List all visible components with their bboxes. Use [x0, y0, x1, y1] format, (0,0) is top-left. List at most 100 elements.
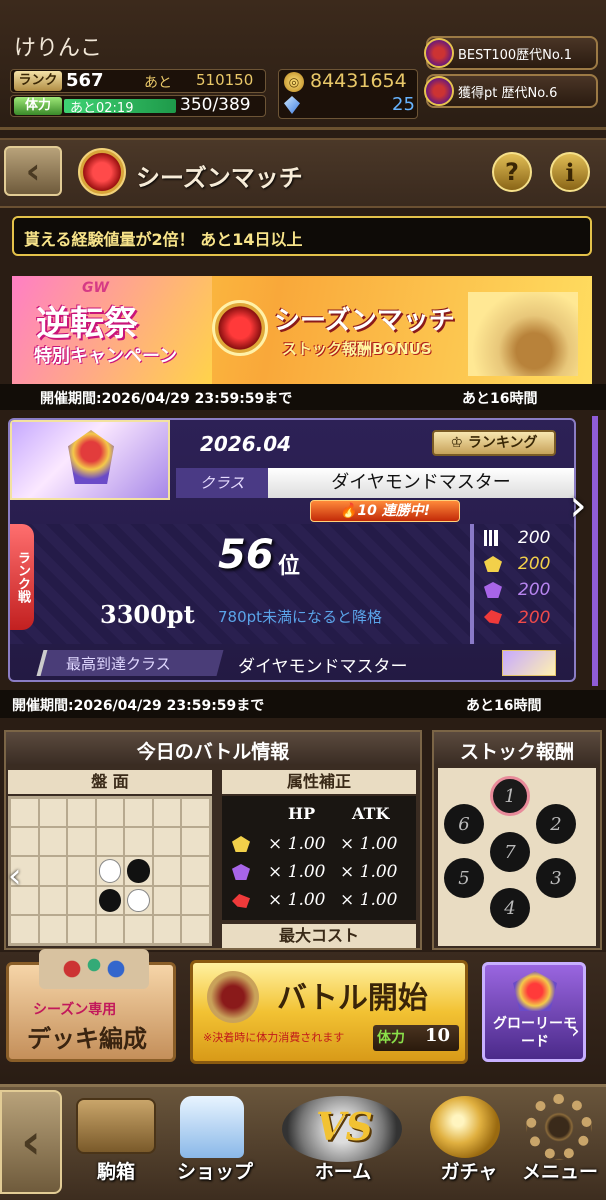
potion-bottle-icon	[180, 1096, 244, 1158]
white-disc	[127, 888, 150, 912]
ranking-label: ランキング	[467, 435, 538, 451]
stamina-label: 体力	[14, 97, 62, 115]
nav-item-gacha[interactable]: ガチャ	[424, 1090, 514, 1196]
atk-header: ATK	[352, 804, 390, 823]
stat-purple: 200	[518, 580, 551, 600]
rank-label: ランク	[14, 71, 62, 91]
title-badge-best100[interactable]: BEST100歴代No.1	[424, 36, 598, 70]
season-period: 開催期間:2026/04/29 23:59:59まで	[12, 698, 265, 714]
black-disc	[127, 859, 150, 883]
yellow-atk: × 1.00	[340, 834, 398, 854]
campaign-banner[interactable]: GW 逆転祭 特別キャンペーン シーズンマッチ ストック報酬BONUS	[12, 276, 592, 384]
total-stat-icon	[484, 530, 498, 546]
class-label: クラス	[176, 468, 268, 498]
page-title: シーズンマッチ	[136, 164, 303, 192]
info-button[interactable]: i	[550, 152, 590, 192]
demote-note: 780pt未満になると降格	[218, 608, 383, 626]
flame-icon: 🔥	[339, 503, 358, 519]
question-icon: ?	[505, 158, 519, 186]
deck-button[interactable]: シーズン専用 デッキ編成	[6, 949, 176, 1062]
season-month: 2026.04	[200, 432, 292, 456]
season-scrollbar[interactable]	[592, 416, 598, 686]
battle-note: ※決着時に体力消費されます	[203, 1031, 345, 1044]
nav-item-pieces[interactable]: 駒箱	[66, 1090, 166, 1196]
next-exp: 510150	[196, 71, 254, 89]
rank-position: 56	[218, 532, 274, 578]
hp-header: HP	[288, 804, 316, 823]
banner-remaining: あと16時間	[462, 391, 538, 407]
title-label: BEST100歴代No.1	[458, 47, 572, 63]
deck-tag: シーズン専用	[33, 1002, 117, 1018]
banner-left-sub: 特別キャンペーン	[34, 346, 178, 367]
banner-right-title: シーズンマッチ	[274, 306, 455, 336]
gem-count: 25	[392, 94, 415, 115]
nav-item-menu[interactable]: メニュー	[514, 1090, 606, 1196]
laurel-icon: ♔	[450, 435, 468, 451]
glory-mode-button[interactable]: グローリーモード ›	[482, 962, 586, 1062]
exp-bonus-notice: 貰える経験値量が2倍！ あと14日以上	[12, 216, 592, 256]
coins-icon	[430, 1096, 500, 1158]
player-name: けりんこ	[14, 36, 103, 61]
board-preview	[8, 796, 212, 946]
red-hp: × 1.00	[268, 890, 326, 910]
stock-node-4: 4	[490, 888, 530, 928]
banner-period-bar: 開催期間:2026/04/29 23:59:59まで あと16時間	[0, 384, 606, 410]
chevron-left-icon: ‹	[25, 150, 41, 192]
season-points: 3300pt	[100, 600, 195, 629]
glory-crown-icon	[513, 971, 557, 1011]
info-icon: i	[565, 157, 575, 187]
banner-gw: GW	[82, 280, 109, 296]
coin-count: 84431654	[310, 70, 407, 92]
help-button[interactable]: ?	[492, 152, 532, 192]
nav-item-home[interactable]: VS ホーム	[258, 1090, 428, 1196]
nav-label: ガチャ	[440, 1161, 498, 1183]
title-badge-points[interactable]: 獲得pt 歴代No.6	[424, 74, 598, 108]
purple-atk: × 1.00	[340, 862, 398, 882]
deck-pieces-icon	[39, 949, 149, 989]
attr-label: 属性補正	[222, 770, 416, 794]
nav-label: 駒箱	[96, 1161, 135, 1183]
title-label: 獲得pt 歴代No.6	[458, 85, 558, 101]
stat-red: 200	[518, 608, 551, 628]
ranking-button[interactable]: ♔ ランキング	[432, 430, 556, 456]
banner-left-title: 逆転祭	[36, 304, 138, 344]
stock-node-5: 5	[444, 858, 484, 898]
today-title: 今日のバトル情報	[6, 732, 420, 764]
back-button[interactable]: ‹	[4, 146, 62, 196]
rank-value: 567	[66, 70, 104, 91]
purple-hp: × 1.00	[268, 862, 326, 882]
class-name: ダイヤモンドマスター	[268, 468, 574, 498]
yellow-hp: × 1.00	[268, 834, 326, 854]
red-atk: × 1.00	[340, 890, 398, 910]
best-class-label: 最高到達クラス	[66, 655, 171, 673]
battle-start-button[interactable]: バトル開始 ※決着時に体力消費されます 体力 10	[190, 960, 468, 1064]
banner-period: 開催期間:2026/04/29 23:59:59まで	[40, 391, 293, 407]
stamina-value: 350/389	[180, 95, 251, 115]
stat-total: 200	[518, 528, 551, 548]
board-label: 盤 面	[8, 770, 212, 794]
title-medal-icon	[424, 76, 454, 106]
rank-unit: 位	[278, 554, 301, 579]
battle-label: バトル開始	[277, 981, 428, 1016]
stock-title: ストック報酬	[434, 732, 600, 764]
treasure-chest-icon	[468, 292, 578, 376]
best-class-name: ダイヤモンドマスター	[238, 657, 408, 677]
win-streak-badge: 🔥10 連勝中!	[310, 500, 460, 522]
best-class-emblem	[502, 650, 556, 676]
stats-divider	[470, 524, 474, 644]
rank-battle-tab[interactable]: ランク戦	[10, 524, 34, 630]
board-prev-arrow[interactable]: ‹	[8, 856, 38, 896]
stock-node-1: 1	[490, 776, 530, 816]
title-medal-icon	[424, 38, 454, 68]
banner-right-sub: ストック報酬BONUS	[282, 340, 432, 358]
nav-item-shop[interactable]: ショップ	[160, 1090, 270, 1196]
coin-icon: ◎	[284, 72, 304, 92]
stock-node-3: 3	[536, 858, 576, 898]
season-remaining: あと16時間	[466, 698, 542, 714]
chevron-right-icon: ›	[571, 1019, 580, 1044]
nav-label: メニュー	[521, 1161, 598, 1183]
stock-node-6: 6	[444, 804, 484, 844]
nav-back-button[interactable]: ‹	[0, 1090, 62, 1194]
crossed-swords-icon	[207, 971, 259, 1023]
black-disc	[98, 888, 122, 912]
